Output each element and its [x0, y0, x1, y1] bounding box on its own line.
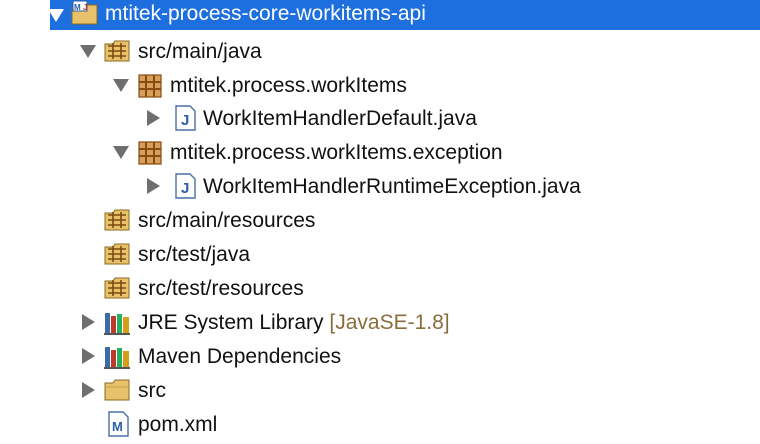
expand-arrow-icon[interactable]	[80, 45, 96, 58]
package-icon	[138, 74, 162, 98]
tree-item-src-main-resources[interactable]: src/main/resources	[0, 203, 760, 237]
file-default-label: WorkItemHandlerDefault.java	[203, 107, 477, 130]
folder-icon	[104, 379, 130, 401]
tree-item-src[interactable]: src	[0, 373, 760, 407]
src-test-resources-label: src/test/resources	[138, 277, 304, 300]
library-icon	[104, 313, 130, 335]
svg-text:J: J	[83, 3, 87, 12]
source-folder-icon	[104, 277, 130, 299]
source-folder-icon	[104, 243, 130, 265]
file-runtime-label: WorkItemHandlerRuntimeException.java	[203, 175, 581, 198]
tree-item-pom[interactable]: M pom.xml	[0, 407, 760, 441]
java-file-icon: J	[175, 105, 196, 131]
tree-item-file-default[interactable]: J WorkItemHandlerDefault.java	[0, 101, 760, 135]
pom-label: pom.xml	[138, 413, 218, 436]
tree-item-jre-library[interactable]: JRE System Library [JavaSE-1.8]	[0, 305, 760, 339]
expand-arrow-icon[interactable]	[113, 146, 129, 159]
maven-dependencies-label: Maven Dependencies	[138, 345, 342, 368]
tree-item-src-main-java[interactable]: src/main/java	[0, 34, 760, 68]
collapse-arrow-icon[interactable]	[82, 314, 95, 330]
project-label: mtitek-process-core-workitems-api	[105, 2, 426, 25]
svg-text:M: M	[74, 3, 81, 12]
svg-text:J: J	[181, 112, 189, 129]
maven-file-icon: M	[108, 411, 129, 437]
collapse-arrow-icon[interactable]	[147, 110, 160, 126]
source-folder-icon	[104, 40, 130, 62]
tree-item-package-exception[interactable]: mtitek.process.workItems.exception	[0, 135, 760, 169]
tree-item-file-runtime[interactable]: J WorkItemHandlerRuntimeException.java	[0, 169, 760, 203]
package-icon	[138, 141, 162, 165]
collapse-arrow-icon[interactable]	[147, 178, 160, 194]
svg-text:J: J	[181, 180, 189, 197]
expand-arrow-icon[interactable]	[113, 79, 129, 92]
package-exception-label: mtitek.process.workItems.exception	[170, 141, 503, 164]
tree-item-src-test-java[interactable]: src/test/java	[0, 237, 760, 271]
jre-library-label: JRE System Library [JavaSE-1.8]	[138, 311, 450, 335]
library-icon	[104, 347, 130, 369]
jre-library-name: JRE System Library	[138, 311, 324, 334]
collapse-arrow-icon[interactable]	[82, 382, 95, 398]
svg-text:M: M	[112, 419, 123, 434]
maven-project-icon: M J	[71, 0, 98, 25]
project-explorer-tree: M J mtitek-process-core-workitems-api sr…	[0, 0, 760, 444]
tree-item-package-workitems[interactable]: mtitek.process.workItems	[0, 68, 760, 102]
java-file-icon: J	[175, 173, 196, 199]
source-folder-icon	[104, 209, 130, 231]
jre-version-decoration: [JavaSE-1.8]	[329, 311, 450, 334]
tree-item-project[interactable]: M J mtitek-process-core-workitems-api	[0, 0, 760, 34]
src-main-java-label: src/main/java	[138, 40, 262, 63]
src-test-java-label: src/test/java	[138, 243, 251, 266]
tree-item-maven-dependencies[interactable]: Maven Dependencies	[0, 339, 760, 373]
package-workitems-label: mtitek.process.workItems	[170, 74, 407, 97]
src-label: src	[138, 379, 166, 402]
src-main-resources-label: src/main/resources	[138, 209, 316, 232]
expand-arrow-icon[interactable]	[48, 9, 64, 22]
tree-item-src-test-resources[interactable]: src/test/resources	[0, 271, 760, 305]
collapse-arrow-icon[interactable]	[82, 348, 95, 364]
